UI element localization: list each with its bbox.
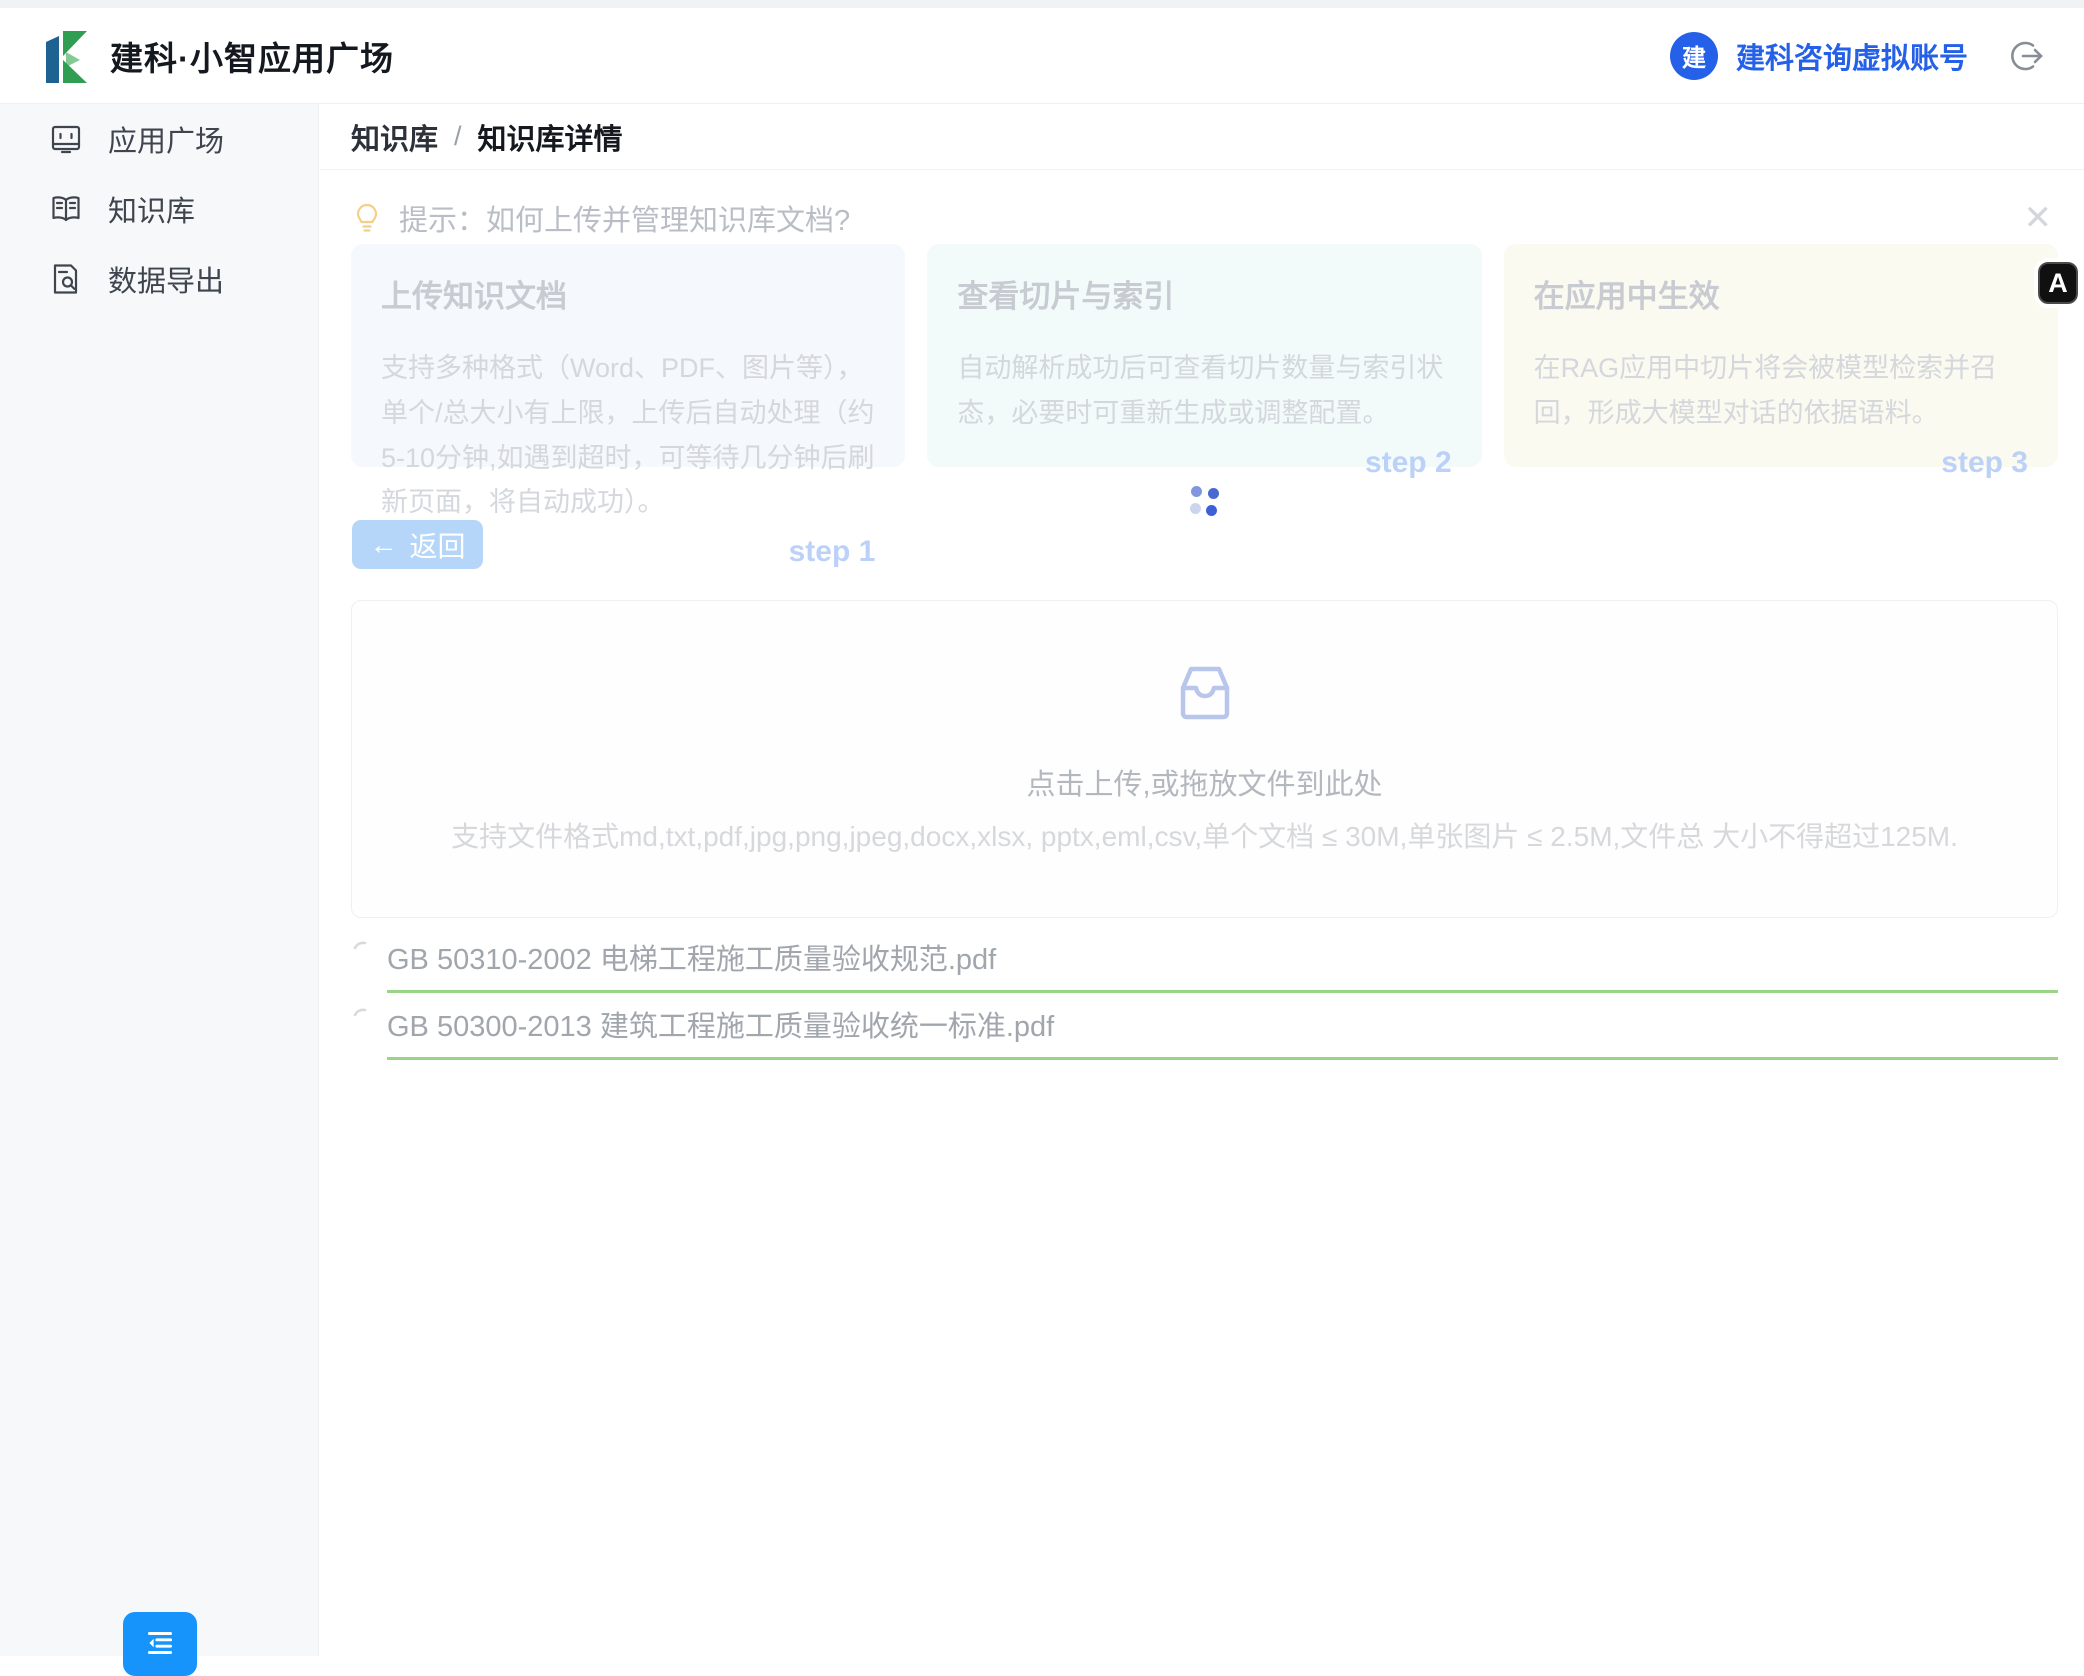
file-name: GB 50300-2013 建筑工程施工质量验收统一标准.pdf	[387, 1003, 2058, 1045]
file-loading-icon	[351, 940, 375, 964]
step-card-body: 自动解析成功后可查看切片数量与索引状态，必要时可重新生成或调整配置。	[957, 346, 1451, 436]
tip-text: 提示：如何上传并管理知识库文档?	[399, 197, 850, 239]
breadcrumb: 知识库 / 知识库详情	[320, 104, 2084, 170]
file-progress-track: GB 50300-2013 建筑工程施工质量验收统一标准.pdf	[387, 995, 2058, 1060]
file-row[interactable]: GB 50310-2002 电梯工程施工质量验收规范.pdf	[351, 928, 2058, 993]
window-top-strip	[0, 0, 2084, 8]
step-card-title: 上传知识文档	[381, 271, 875, 316]
sidebar-item-app-plaza[interactable]: 应用广场	[0, 104, 318, 174]
sidebar-item-label: 知识库	[108, 188, 195, 230]
breadcrumb-parent-link[interactable]: 知识库	[351, 116, 438, 158]
step-card-body: 在RAG应用中切片将会被模型检索并召回，形成大模型对话的依据语料。	[1534, 346, 2028, 436]
step-card-title: 查看切片与索引	[957, 271, 1451, 316]
step-badge: step 3	[1534, 446, 2028, 480]
step-card-title: 在应用中生效	[1534, 271, 2028, 316]
upload-dropzone[interactable]: 点击上传,或拖放文件到此处 支持文件格式md,txt,pdf,jpg,png,j…	[351, 600, 2058, 918]
page-title: 知识库详情	[478, 116, 623, 158]
back-button[interactable]: ← 返回	[352, 520, 483, 569]
sidebar-item-knowledge-base[interactable]: 知识库	[0, 174, 318, 244]
account-name[interactable]: 建科咨询虚拟账号	[1736, 35, 1968, 77]
step-cards: 上传知识文档 支持多种格式（Word、PDF、图片等），单个/总大小有上限，上传…	[351, 244, 2058, 467]
file-progress-track: GB 50310-2002 电梯工程施工质量验收规范.pdf	[387, 928, 2058, 993]
sidebar-item-label: 应用广场	[108, 118, 224, 160]
step-card-apply: 在应用中生效 在RAG应用中切片将会被模型检索并召回，形成大模型对话的依据语料。…	[1504, 244, 2058, 467]
inbox-upload-icon	[1175, 663, 1235, 721]
sidebar-item-label: 数据导出	[108, 258, 224, 300]
file-name: GB 50310-2002 电梯工程施工质量验收规范.pdf	[387, 936, 2058, 978]
app-grid-icon	[48, 121, 84, 157]
upload-file-list: GB 50310-2002 电梯工程施工质量验收规范.pdf GB 50300-…	[351, 928, 2058, 1060]
dropzone-primary-text: 点击上传,或拖放文件到此处	[1026, 761, 1382, 803]
book-icon	[48, 191, 84, 227]
file-row[interactable]: GB 50300-2013 建筑工程施工质量验收统一标准.pdf	[351, 995, 2058, 1060]
collapse-menu-button[interactable]	[123, 1612, 197, 1676]
main-content: 知识库 / 知识库详情 提示：如何上传并管理知识库文档? ✕ 上传知识文档 支持…	[320, 104, 2084, 1656]
sidebar-item-data-export[interactable]: 数据导出	[0, 244, 318, 314]
step-card-body: 支持多种格式（Word、PDF、图片等），单个/总大小有上限，上传后自动处理（约…	[381, 346, 875, 525]
breadcrumb-separator: /	[454, 121, 462, 152]
arrow-left-icon: ←	[369, 529, 397, 561]
dropzone-secondary-text: 支持文件格式md,txt,pdf,jpg,png,jpeg,docx,xlsx,…	[451, 815, 1958, 855]
tip-banner: 提示：如何上传并管理知识库文档? ✕	[351, 190, 2052, 246]
lightbulb-icon	[351, 202, 383, 234]
avatar[interactable]: 建	[1670, 32, 1718, 80]
app-header: 建科·小智应用广场 建 建科咨询虚拟账号	[0, 8, 2084, 104]
close-icon[interactable]: ✕	[2024, 201, 2053, 235]
file-loading-icon	[351, 1007, 375, 1031]
loading-spinner	[1190, 484, 1222, 518]
logout-icon[interactable]	[2008, 38, 2044, 74]
brand-logo-icon	[44, 29, 90, 83]
sidebar: 应用广场 知识库 数据导出	[0, 104, 319, 1656]
extension-a-badge[interactable]: A	[2038, 262, 2078, 304]
account-area[interactable]: 建 建科咨询虚拟账号	[1670, 32, 2044, 80]
step-card-upload: 上传知识文档 支持多种格式（Word、PDF、图片等），单个/总大小有上限，上传…	[351, 244, 905, 467]
data-export-icon	[48, 261, 84, 297]
step-card-slices: 查看切片与索引 自动解析成功后可查看切片数量与索引状态，必要时可重新生成或调整配…	[927, 244, 1481, 467]
indent-left-icon	[141, 1624, 179, 1662]
back-button-label: 返回	[409, 525, 465, 565]
app-title: 建科·小智应用广场	[110, 32, 394, 80]
step-badge: step 2	[957, 446, 1451, 480]
